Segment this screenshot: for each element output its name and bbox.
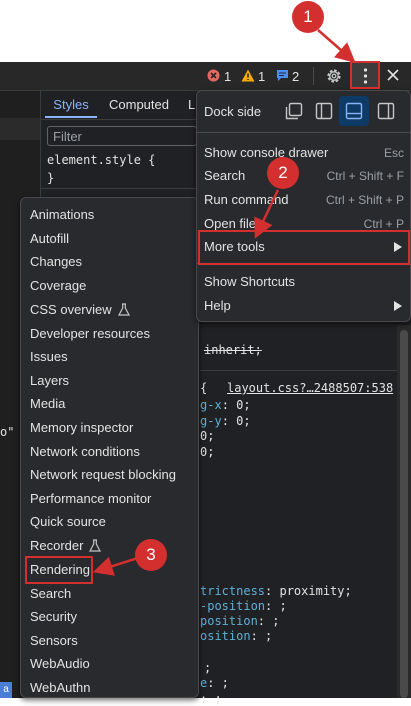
step-badge-3: 3: [135, 539, 167, 571]
arrow-step-2: [254, 189, 280, 239]
arrow-step-1: [317, 29, 356, 63]
step-badge-2: 2: [267, 157, 299, 189]
annotation-arrows: [92, 29, 356, 576]
step-badge-1: 1: [292, 1, 324, 33]
arrow-step-3: [92, 556, 139, 576]
